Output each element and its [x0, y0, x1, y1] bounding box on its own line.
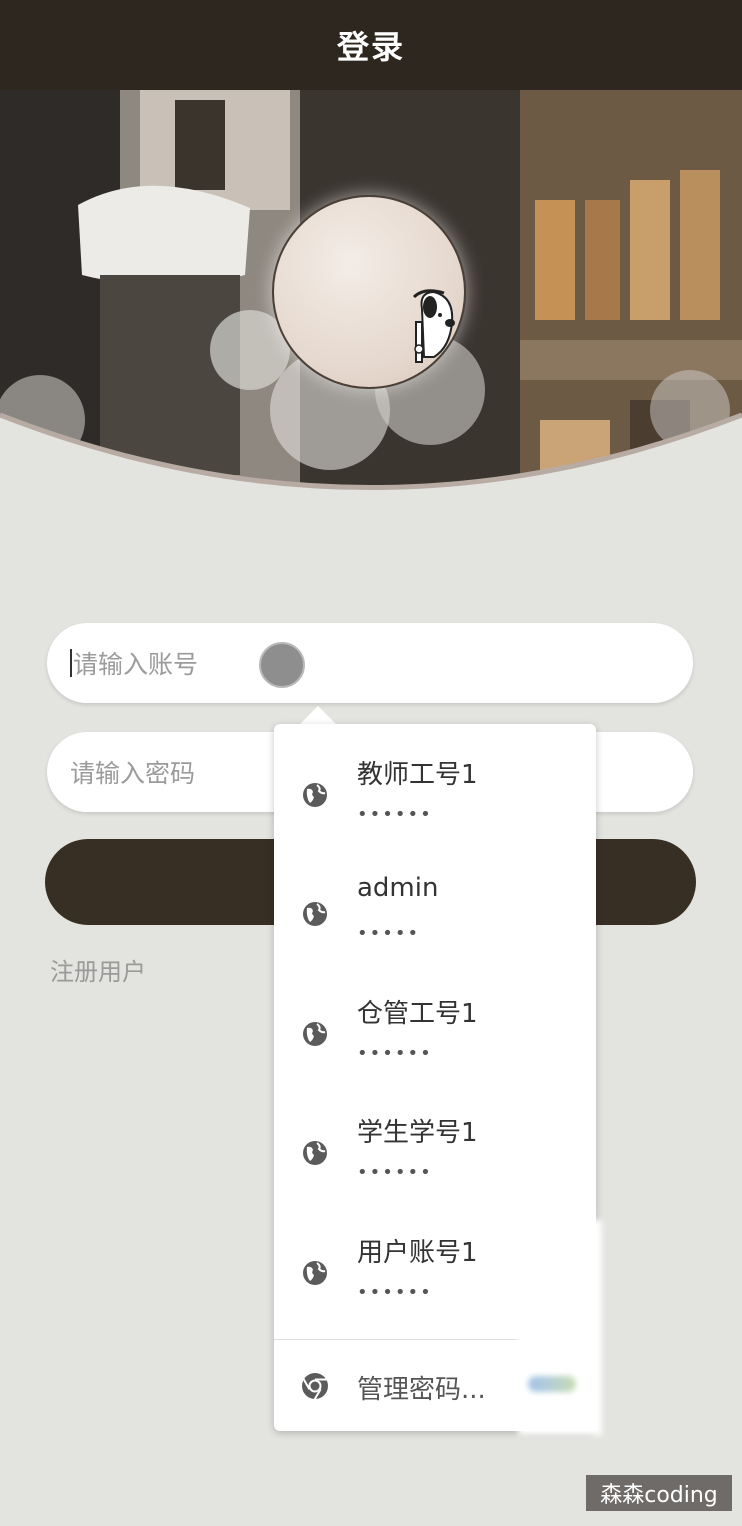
autofill-username: admin	[357, 873, 439, 903]
autofill-username: 教师工号1	[357, 760, 478, 790]
autofill-password-mask: ••••••	[357, 1162, 433, 1183]
autofill-username: 用户账号1	[357, 1238, 478, 1268]
header-bar: 登录	[0, 0, 742, 90]
account-placeholder: 请输入账号	[73, 650, 199, 679]
password-placeholder: 请输入密码	[70, 759, 196, 788]
blurred-badge	[528, 1376, 576, 1392]
watermark: 森森coding	[586, 1475, 732, 1511]
globe-icon	[303, 1141, 327, 1165]
chrome-icon	[302, 1373, 328, 1400]
avatar	[272, 195, 466, 389]
globe-icon	[303, 1022, 327, 1046]
globe-icon	[303, 1261, 327, 1285]
account-input[interactable]: 请输入账号	[47, 623, 693, 703]
register-link[interactable]: 注册用户	[50, 952, 146, 987]
autofill-password-mask: •••••	[357, 923, 421, 944]
blurred-overlay	[518, 1220, 602, 1435]
autofill-item[interactable]: 学生学号1 ••••••	[274, 1082, 596, 1202]
manage-passwords-label: 管理密码...	[357, 1375, 486, 1405]
touch-pointer-indicator	[259, 642, 305, 688]
page-title: 登录	[336, 28, 405, 66]
autofill-password-mask: ••••••	[357, 1282, 433, 1303]
snoopy-avatar-icon	[412, 289, 455, 363]
autofill-username: 仓管工号1	[357, 999, 478, 1029]
autofill-item[interactable]: 教师工号1 ••••••	[274, 724, 596, 844]
autofill-password-mask: ••••••	[357, 804, 433, 825]
autofill-password-mask: ••••••	[357, 1043, 433, 1064]
globe-icon	[303, 902, 327, 926]
autofill-item[interactable]: 仓管工号1 ••••••	[274, 963, 596, 1083]
autofill-popup-arrow	[300, 706, 336, 724]
text-cursor	[70, 649, 72, 677]
autofill-item[interactable]: admin •••••	[274, 843, 596, 963]
globe-icon	[303, 783, 327, 807]
autofill-username: 学生学号1	[357, 1118, 478, 1148]
